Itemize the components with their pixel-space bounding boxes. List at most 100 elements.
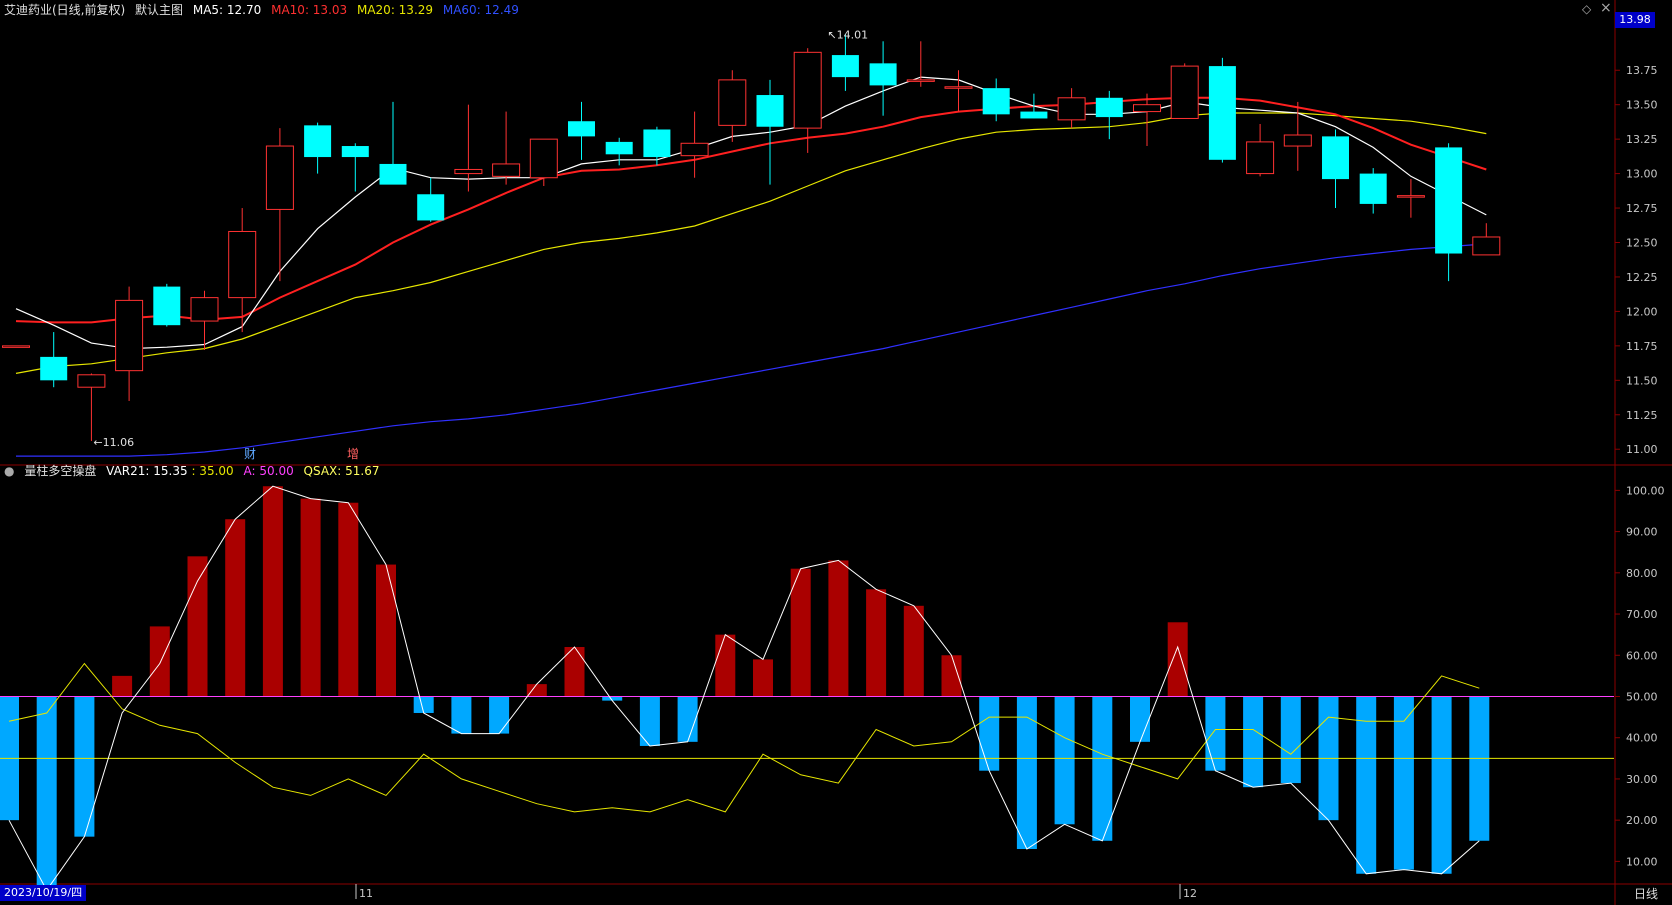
candle-body-down (756, 95, 784, 127)
sub-y-tick-label: 20.00 (1626, 814, 1658, 827)
candle (906, 41, 935, 87)
candle (831, 34, 859, 91)
sub-y-tick-label: 40.00 (1626, 732, 1658, 745)
indicator-bar (866, 589, 887, 697)
candle-body-up (1396, 195, 1425, 198)
date-month-label: 11 (359, 887, 373, 900)
var21-level-value: : 35.00 (191, 464, 234, 478)
main-y-tick-label: 13.50 (1626, 99, 1658, 112)
diamond-icon[interactable]: ◇ (1582, 2, 1591, 16)
indicator-header: ● 量柱多空操盘 VAR21: 15.35 : 35.00 A: 50.00 Q… (4, 462, 385, 480)
candle (1359, 168, 1387, 214)
candle-body-up (1283, 134, 1312, 147)
indicator-bar (677, 696, 698, 742)
collapse-icon[interactable]: ● (4, 464, 14, 478)
indicator-bar (1016, 696, 1037, 850)
candle (77, 373, 106, 441)
chart-canvas[interactable]: 11.00 11.25 11.50 11.75 12.00 12.25 12.50 12.75… (0, 0, 1672, 905)
close-icon[interactable]: × (1600, 0, 1612, 16)
candle (1396, 179, 1425, 218)
candle (1472, 223, 1501, 256)
indicator-bar (790, 568, 811, 697)
candle (40, 332, 68, 388)
indicator-bar (1205, 696, 1226, 771)
indicator-bar (1393, 696, 1414, 870)
candle (1057, 88, 1086, 129)
indicator-name[interactable]: 量柱多空操盘 (24, 464, 96, 478)
high-price-marker: ↖14.01 (827, 28, 868, 41)
indicator-bar (753, 659, 773, 697)
ma60-value: MA60: 12.49 (442, 3, 519, 17)
candle (265, 128, 294, 282)
candle (944, 70, 973, 112)
candle (492, 111, 521, 185)
candle-body-up (1170, 65, 1199, 119)
candle (190, 290, 219, 350)
low-price-marker: ←11.06 (93, 436, 134, 449)
sub-y-tick-label: 100.00 (1626, 484, 1665, 497)
indicator-bar (413, 696, 434, 713)
candle-body-up (906, 79, 935, 82)
candle-body-up (454, 168, 483, 175)
indicator-bar (262, 486, 283, 697)
qsax-value: QSAX: 51.67 (303, 464, 380, 478)
indicator-bar (149, 626, 170, 697)
candle-body-down (153, 286, 181, 326)
candle (115, 286, 144, 401)
ma10-value: MA10: 13.03 (271, 3, 348, 17)
sub-y-tick-label: 60.00 (1626, 649, 1658, 662)
candle-body-down (40, 356, 68, 381)
candle (718, 70, 747, 142)
candle-body-up (1133, 104, 1161, 113)
ma20-value: MA20: 13.29 (356, 3, 434, 17)
candle-body-up (1472, 236, 1501, 256)
main-y-tick-label: 12.00 (1626, 305, 1658, 318)
line-ma5 (15, 76, 1487, 350)
sub-y-tick-label: 70.00 (1626, 608, 1658, 621)
indicator-bar (300, 498, 321, 697)
indicator-bar (979, 696, 1000, 771)
indicator-bar (338, 502, 359, 697)
candle-body-down (1208, 66, 1236, 160)
candle (982, 78, 1010, 122)
main-chart-label[interactable]: 默认主图 (135, 3, 183, 17)
timeframe-button[interactable]: 日线 (1620, 885, 1672, 903)
candle-body-down (379, 163, 407, 185)
event-marker-increase: 增 (347, 447, 359, 461)
candle-body-up (718, 79, 747, 126)
indicator-bar (376, 564, 396, 697)
indicator-bar (36, 696, 57, 891)
candle-body-up (944, 86, 973, 89)
indicator-bar (74, 696, 95, 837)
candle-body-up (793, 51, 822, 129)
candle (341, 143, 369, 192)
candle-body-down (1020, 111, 1048, 119)
stock-title: 艾迪药业(日线,前复权) (4, 3, 126, 17)
cursor-date: 2023/10/19/四 (0, 885, 87, 901)
candle (756, 79, 784, 185)
candle (680, 111, 709, 178)
indicator-bar (112, 675, 133, 697)
a-value: A: 50.00 (243, 464, 294, 478)
main-y-tick-label: 13.25 (1626, 133, 1658, 146)
candle (153, 283, 181, 327)
candle-body-down (417, 194, 445, 221)
candle-body-up (1246, 141, 1275, 175)
candle (1095, 90, 1123, 140)
main-y-tick-label: 11.00 (1626, 443, 1658, 456)
candle-body-up (2, 345, 30, 348)
candle-body-up (190, 297, 219, 322)
candle (1170, 63, 1199, 119)
candle-body-down (568, 121, 595, 137)
candle-body-down (982, 88, 1010, 115)
sub-y-tick-label: 80.00 (1626, 567, 1658, 580)
main-chart-header: 艾迪药业(日线,前复权) 默认主图 MA5: 12.70 MA10: 13.03… (4, 1, 525, 19)
candle-body-down (831, 55, 859, 78)
sub-y-tick-label: 10.00 (1626, 855, 1658, 868)
candle (1246, 123, 1275, 177)
candle-body-down (605, 141, 633, 155)
candle-body-down (869, 63, 897, 86)
candle (1208, 57, 1236, 163)
candle-body-down (1435, 147, 1463, 254)
candle-body-up (1057, 97, 1086, 121)
